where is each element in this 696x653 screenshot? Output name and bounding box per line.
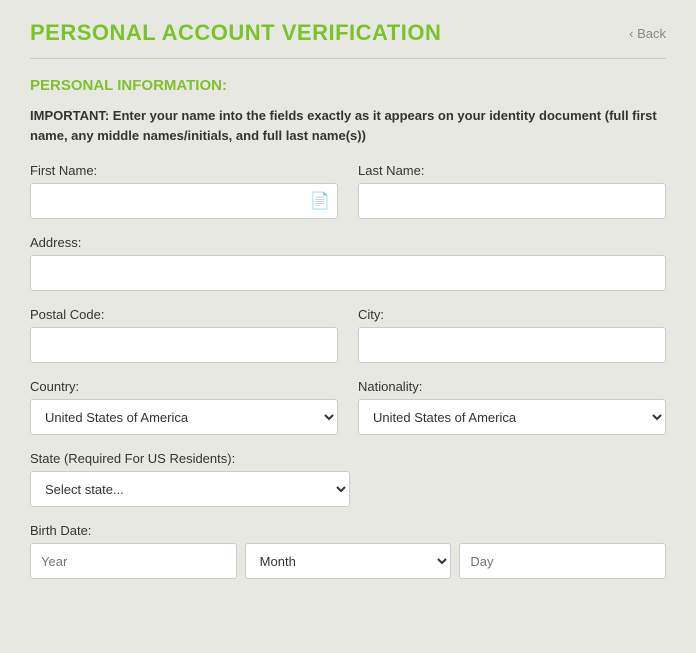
address-group: Address: [30, 235, 666, 291]
page-title: PERSONAL ACCOUNT VERIFICATION [30, 20, 441, 46]
state-select[interactable]: Select state... [30, 471, 350, 507]
last-name-input[interactable] [358, 183, 666, 219]
country-label: Country: [30, 379, 338, 394]
birth-month-select[interactable]: Month January February March April May J… [245, 543, 452, 579]
last-name-label: Last Name: [358, 163, 666, 178]
first-name-group: First Name: 📄 [30, 163, 338, 219]
nationality-select[interactable]: United States of America [358, 399, 666, 435]
header-row: PERSONAL ACCOUNT VERIFICATION ‹ Back [30, 20, 666, 59]
birth-month-group: Month January February March April May J… [245, 543, 452, 579]
postal-city-row: Postal Code: City: [30, 307, 666, 363]
back-link[interactable]: ‹ Back [629, 26, 666, 41]
first-name-wrapper: 📄 [30, 183, 338, 219]
section-title: PERSONAL INFORMATION: [30, 77, 666, 94]
address-input[interactable] [30, 255, 666, 291]
postal-code-label: Postal Code: [30, 307, 338, 322]
state-row: State (Required For US Residents): Selec… [30, 451, 666, 507]
birth-day-input[interactable] [459, 543, 666, 579]
address-row: Address: [30, 235, 666, 291]
birth-date-label: Birth Date: [30, 523, 666, 538]
country-group: Country: United States of America [30, 379, 338, 435]
birth-year-input[interactable] [30, 543, 237, 579]
first-name-label: First Name: [30, 163, 338, 178]
state-label: State (Required For US Residents): [30, 451, 350, 466]
birth-date-section: Birth Date: Month January February March… [30, 523, 666, 579]
page-container: PERSONAL ACCOUNT VERIFICATION ‹ Back PER… [0, 0, 696, 653]
city-label: City: [358, 307, 666, 322]
state-group: State (Required For US Residents): Selec… [30, 451, 350, 507]
country-select[interactable]: United States of America [30, 399, 338, 435]
birth-date-row: Month January February March April May J… [30, 543, 666, 579]
address-label: Address: [30, 235, 666, 250]
name-row: First Name: 📄 Last Name: [30, 163, 666, 219]
postal-code-input[interactable] [30, 327, 338, 363]
nationality-label: Nationality: [358, 379, 666, 394]
birth-year-group [30, 543, 237, 579]
city-input[interactable] [358, 327, 666, 363]
birth-day-group [459, 543, 666, 579]
last-name-group: Last Name: [358, 163, 666, 219]
important-text: IMPORTANT: Enter your name into the fiel… [30, 106, 666, 145]
postal-code-group: Postal Code: [30, 307, 338, 363]
first-name-input[interactable] [30, 183, 338, 219]
country-nationality-row: Country: United States of America Nation… [30, 379, 666, 435]
city-group: City: [358, 307, 666, 363]
nationality-group: Nationality: United States of America [358, 379, 666, 435]
